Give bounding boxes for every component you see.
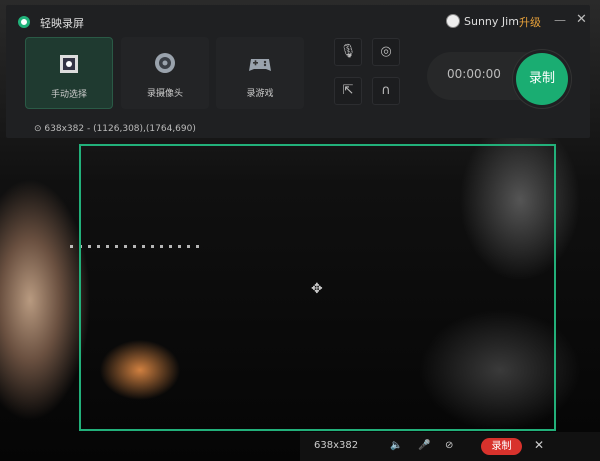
app-title: 轻映录屏 [40,17,84,30]
app-logo-icon [18,16,30,28]
webcam-icon [155,53,175,73]
mode-label: 录摄像头 [146,89,183,99]
avatar [446,14,460,28]
gamepad-icon [249,59,271,71]
region-size: 638x382 [314,440,359,451]
record-button[interactable]: 录制 [516,53,568,105]
bottom-record-button[interactable]: 录制 [481,438,522,455]
webcam-small-icon: ◎ [380,44,392,59]
region-info: ⊙ 638x382 - (1126,308),(1764,690) [34,124,196,134]
bottom-toolbar: 638x382 🔈 🎤 ⊘ ✕ [300,432,600,461]
user-name: Sunny Jim [464,14,519,28]
microphone-dropdown[interactable]: 🎙 [334,38,362,66]
mode-label: 手动选择 [50,90,87,100]
target-icon: ⊙ [34,124,42,134]
webcam-off-icon[interactable]: ⊘ [445,440,453,451]
move-icon[interactable]: ✥ [311,281,323,297]
headphone-icon: ∩ [381,83,391,98]
webcam-dropdown[interactable]: ◎ [372,38,400,66]
region-info-text: 638x382 - (1126,308),(1764,690) [44,124,196,134]
minimize-button[interactable]: — [554,13,566,27]
mode-label: 录游戏 [246,89,274,99]
close-icon[interactable]: ✕ [534,438,544,452]
timer: 00:00:00 [447,67,501,81]
speaker-icon[interactable]: 🔈 [390,440,402,451]
close-button[interactable]: ✕ [576,12,587,27]
upgrade-link[interactable]: 升级 [519,14,541,30]
user-account[interactable]: Sunny Jim [446,14,519,28]
microphone-icon: 🎙 [339,44,357,59]
recorder-panel: 轻映录屏 Sunny Jim 升级 — ✕ 手动选择 录摄像头 录游戏 🎙 ◎ … [6,5,590,138]
region-select-icon [60,55,78,73]
mode-webcam[interactable]: 录摄像头 [121,37,209,109]
cursor-dropdown[interactable]: ⇱ [334,77,362,105]
mode-manual-select[interactable]: 手动选择 [25,37,113,109]
audio-dropdown[interactable]: ∩ [372,77,400,105]
mode-game[interactable]: 录游戏 [216,37,304,109]
microphone-toggle-icon[interactable]: 🎤 [418,440,430,451]
cursor-icon: ⇱ [342,83,354,98]
